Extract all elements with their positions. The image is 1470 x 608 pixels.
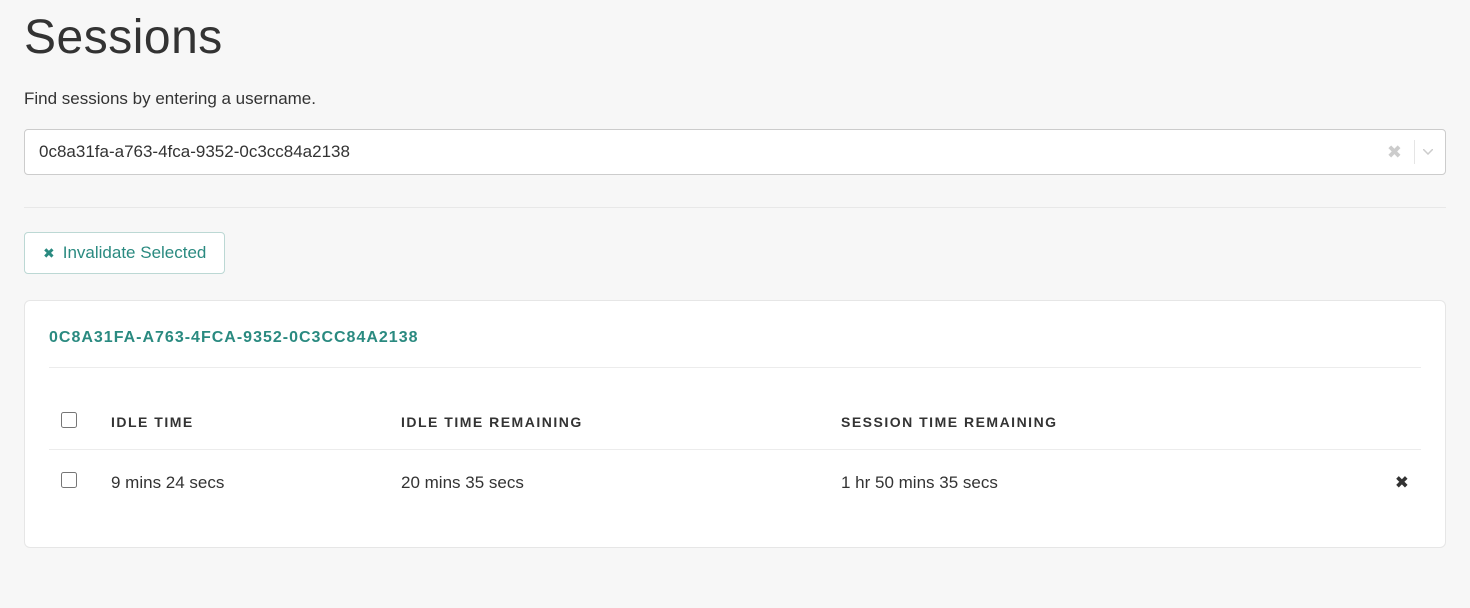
page-title: Sessions [24,10,1446,65]
username-select[interactable]: 0c8a31fa-a763-4fca-9352-0c3cc84a2138 ✖ [24,129,1446,175]
sessions-panel: 0C8A31FA-A763-4FCA-9352-0C3CC84A2138 IDL… [24,300,1446,548]
select-divider [1414,140,1415,164]
close-icon: ✖ [43,245,55,262]
row-delete-button[interactable]: ✖ [1381,450,1421,502]
select-all-checkbox[interactable] [61,412,77,428]
username-select-value: 0c8a31fa-a763-4fca-9352-0c3cc84a2138 [39,142,1377,162]
row-select-cell [49,450,99,502]
invalidate-selected-button[interactable]: ✖ Invalidate Selected [24,232,225,274]
column-header-session-time-remaining: SESSION TIME REMAINING [829,386,1381,450]
column-header-idle-time-remaining: IDLE TIME REMAINING [389,386,829,450]
column-header-select [49,386,99,450]
table-row: 9 mins 24 secs 20 mins 35 secs 1 hr 50 m… [49,450,1421,502]
page-subtitle: Find sessions by entering a username. [24,89,1446,109]
invalidate-selected-label: Invalidate Selected [63,243,207,263]
column-header-action [1381,386,1421,450]
row-select-checkbox[interactable] [61,472,77,488]
cell-idle-time-remaining: 20 mins 35 secs [389,450,829,502]
sessions-table: IDLE TIME IDLE TIME REMAINING SESSION TI… [49,386,1421,501]
panel-user-id: 0C8A31FA-A763-4FCA-9352-0C3CC84A2138 [49,329,1421,368]
column-header-idle-time: IDLE TIME [99,386,389,450]
clear-icon[interactable]: ✖ [1377,143,1412,161]
chevron-down-icon[interactable] [1419,149,1437,155]
cell-session-time-remaining: 1 hr 50 mins 35 secs [829,450,1381,502]
section-divider [24,207,1446,208]
cell-idle-time: 9 mins 24 secs [99,450,389,502]
close-icon: ✖ [1395,473,1409,492]
